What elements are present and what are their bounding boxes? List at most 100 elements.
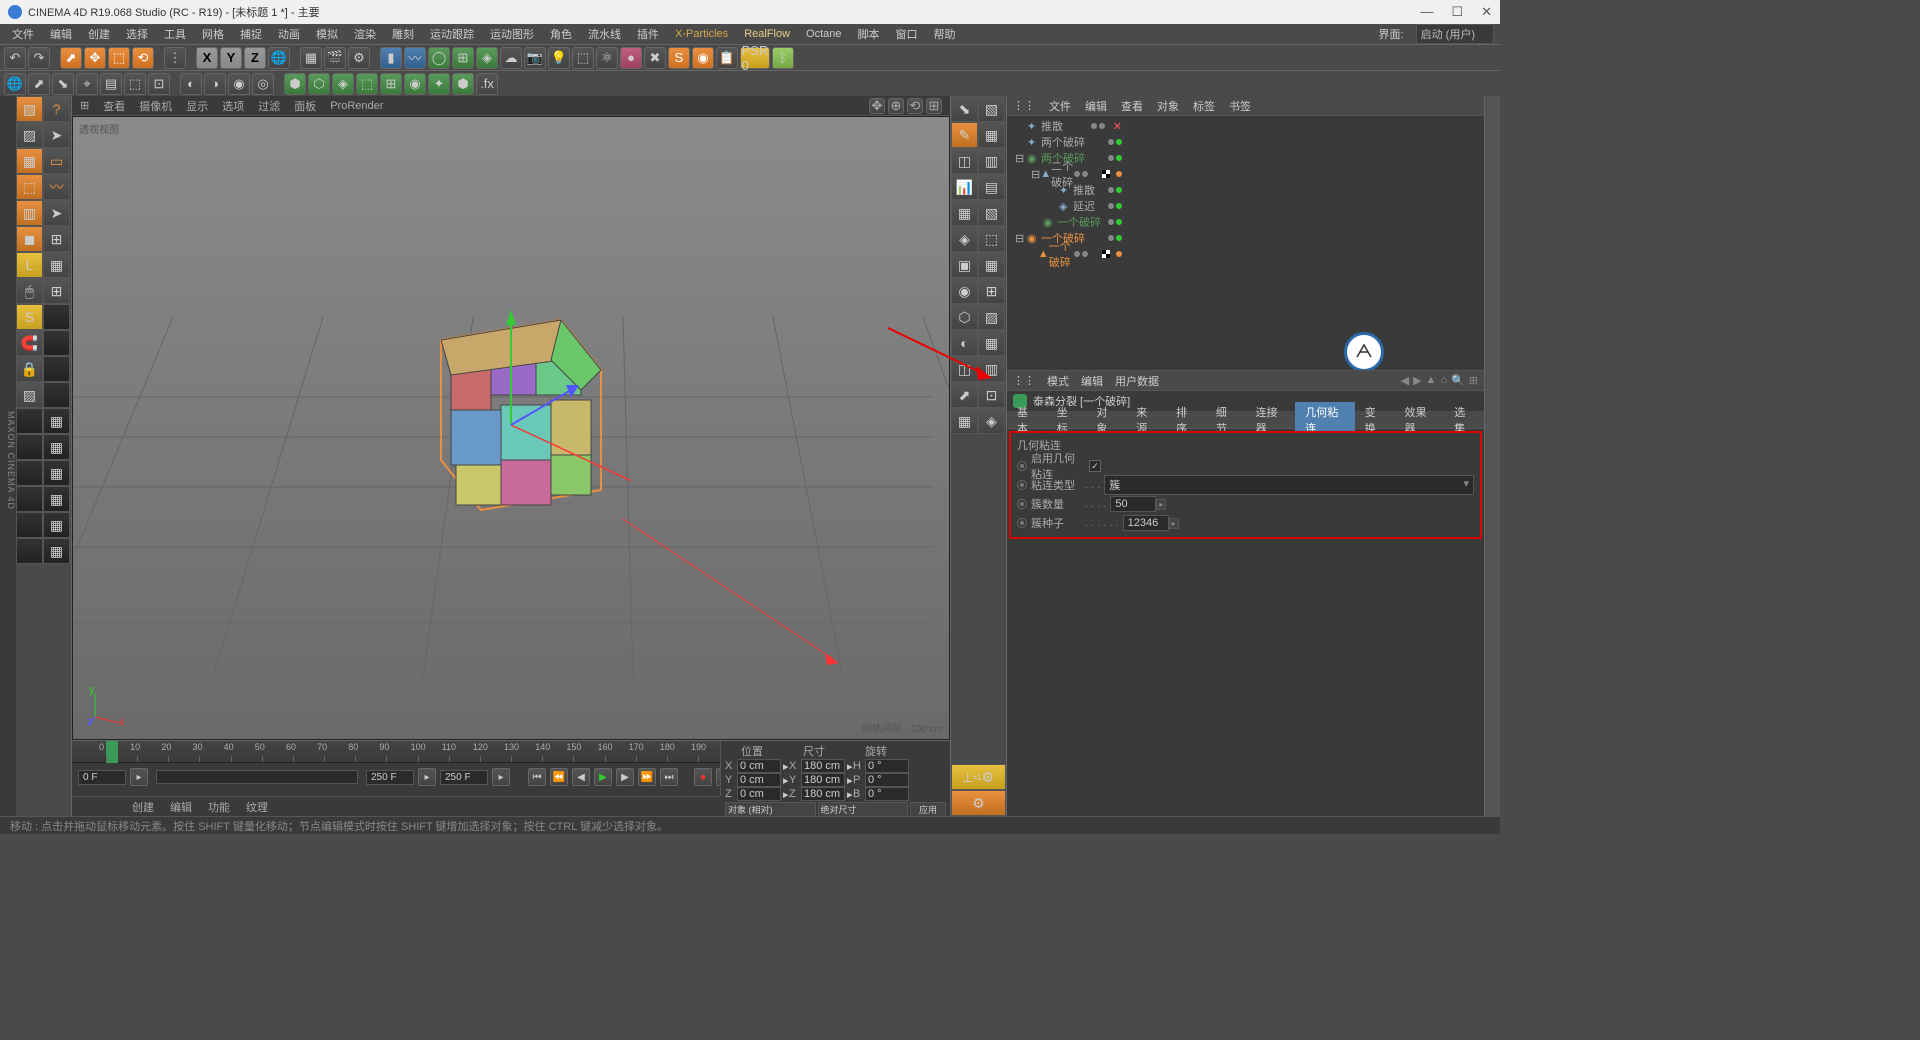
axis-mode[interactable]: L: [16, 252, 43, 278]
menu-script[interactable]: 脚本: [852, 24, 886, 44]
rt-22[interactable]: ⬈: [951, 382, 978, 408]
prev-frame-button[interactable]: ◀: [572, 768, 590, 786]
param-bullet-icon[interactable]: [1017, 480, 1027, 490]
s-button[interactable]: S: [668, 47, 690, 69]
glue-type-dropdown[interactable]: 簇▾: [1104, 475, 1474, 495]
tree-row[interactable]: ⊟◉一个破碎: [1009, 230, 1482, 246]
seed-spinner[interactable]: ▸: [1169, 518, 1179, 529]
brush-tool[interactable]: ▨: [16, 382, 43, 408]
vp-nav-1[interactable]: ✥: [869, 98, 885, 114]
settings-gear-button[interactable]: ⚙: [951, 790, 1006, 816]
obj-tab-tags[interactable]: 标签: [1193, 98, 1215, 114]
attr-edit[interactable]: 编辑: [1081, 373, 1103, 389]
menu-mesh[interactable]: 网格: [196, 24, 230, 44]
end2-frame-field[interactable]: 250 F: [440, 770, 488, 785]
param-bullet-icon[interactable]: [1017, 518, 1027, 528]
mograph-5[interactable]: ⊞: [380, 73, 402, 95]
rt-1[interactable]: ⬊: [951, 96, 978, 122]
vp-filter[interactable]: 过滤: [258, 98, 280, 114]
vp-nav-3[interactable]: ⟲: [907, 98, 923, 114]
next-frame-button[interactable]: ▶: [616, 768, 634, 786]
menu-simulate[interactable]: 模拟: [310, 24, 344, 44]
attr-userdata[interactable]: 用户数据: [1115, 373, 1159, 389]
tex-2[interactable]: ▦: [43, 434, 70, 460]
tree-row[interactable]: ◉一个破碎: [1009, 214, 1482, 230]
subtool-1[interactable]: ⬈: [28, 73, 50, 95]
array-button[interactable]: ⊞: [452, 47, 474, 69]
s-mode[interactable]: S: [16, 304, 43, 330]
menu-create[interactable]: 创建: [82, 24, 116, 44]
vp-camera[interactable]: 摄像机: [139, 98, 172, 114]
pos-x[interactable]: 0 cm: [737, 759, 781, 773]
vp-panel[interactable]: 面板: [294, 98, 316, 114]
rt-3[interactable]: ▦: [978, 122, 1005, 148]
tex-3[interactable]: ▦: [43, 460, 70, 486]
mograph-2[interactable]: ⬡: [308, 73, 330, 95]
obj-tab-file[interactable]: 文件: [1049, 98, 1071, 114]
lasso-tool[interactable]: 〰: [43, 174, 70, 200]
render-settings-button[interactable]: ⚙: [348, 47, 370, 69]
rt-5[interactable]: ▥: [978, 148, 1005, 174]
mograph-3[interactable]: ◈: [332, 73, 354, 95]
mograph-4[interactable]: ⬚: [356, 73, 378, 95]
lock-tool[interactable]: 🔒: [16, 356, 43, 382]
rot-b[interactable]: 0 °: [865, 787, 909, 801]
play-forward-button[interactable]: ▶: [594, 768, 612, 786]
goto-start-button[interactable]: ⏮: [528, 768, 546, 786]
rt-15[interactable]: ⊞: [978, 278, 1005, 304]
tree-row[interactable]: ✦推散: [1009, 182, 1482, 198]
dyn-4[interactable]: ◎: [252, 73, 274, 95]
obj-tab-objects[interactable]: 对象: [1157, 98, 1179, 114]
light-button[interactable]: 💡: [548, 47, 570, 69]
mat-function[interactable]: 功能: [208, 799, 230, 815]
rt-6[interactable]: 📊: [951, 174, 978, 200]
tex-1[interactable]: ▦: [43, 408, 70, 434]
tex-5[interactable]: ▦: [43, 512, 70, 538]
deform-button[interactable]: ◈: [476, 47, 498, 69]
subtool-2[interactable]: ⬊: [52, 73, 74, 95]
rt-20[interactable]: ◫: [951, 356, 978, 382]
attr-home-icon[interactable]: ⌂: [1440, 374, 1447, 387]
start-frame-field[interactable]: 0 F: [78, 770, 126, 785]
point-mode[interactable]: ⬚: [16, 174, 43, 200]
attr-grip-icon[interactable]: ⋮⋮: [1013, 374, 1035, 387]
close-button[interactable]: ✕: [1481, 4, 1492, 20]
undo-button[interactable]: ↶: [4, 47, 26, 69]
record-button[interactable]: ●: [694, 768, 712, 786]
menu-octane[interactable]: Octane: [800, 26, 847, 42]
cluster-seed-field[interactable]: 12346: [1123, 515, 1169, 531]
vp-view[interactable]: 查看: [103, 98, 125, 114]
end-frame-field[interactable]: 250 F: [366, 770, 414, 785]
menu-select[interactable]: 选择: [120, 24, 154, 44]
vp-display[interactable]: 显示: [186, 98, 208, 114]
rt-25[interactable]: ◈: [978, 408, 1005, 434]
rt-13[interactable]: ▦: [978, 252, 1005, 278]
menu-help[interactable]: 帮助: [928, 24, 962, 44]
world-icon[interactable]: 🌐: [4, 73, 26, 95]
pos-z[interactable]: 0 cm: [737, 787, 781, 801]
tree-row[interactable]: ⊟▲二个破碎: [1009, 166, 1482, 182]
scale-tool[interactable]: ⬚: [108, 47, 130, 69]
rt-16[interactable]: ⬡: [951, 304, 978, 330]
enable-glue-checkbox[interactable]: ✓: [1089, 460, 1101, 472]
rt-17[interactable]: ▨: [978, 304, 1005, 330]
rt-10[interactable]: ◈: [951, 226, 978, 252]
environment-button[interactable]: ☁: [500, 47, 522, 69]
menu-snap[interactable]: 捕捉: [234, 24, 268, 44]
rotate-tool[interactable]: ⟲: [132, 47, 154, 69]
vp-nav-4[interactable]: ⊞: [926, 98, 942, 114]
z-axis-button[interactable]: Z: [244, 47, 266, 69]
rt-11[interactable]: ⬚: [978, 226, 1005, 252]
attr-search-icon[interactable]: 🔍: [1451, 374, 1465, 387]
next-key-button[interactable]: ⏩: [638, 768, 656, 786]
rt-pen[interactable]: ✎: [951, 122, 978, 148]
obj-tab-edit[interactable]: 编辑: [1085, 98, 1107, 114]
rt-24[interactable]: ▦: [951, 408, 978, 434]
tree-row[interactable]: ✦两个破碎: [1009, 134, 1482, 150]
tree-row[interactable]: ⊟◉两个破碎: [1009, 150, 1482, 166]
menu-sculpt[interactable]: 雕刻: [386, 24, 420, 44]
reset-axis-button[interactable]: ⟂=1 ⚙: [951, 764, 1006, 790]
rect-select[interactable]: ▭: [43, 148, 70, 174]
menu-file[interactable]: 文件: [6, 24, 40, 44]
obj-tab-bookmarks[interactable]: 书签: [1229, 98, 1251, 114]
